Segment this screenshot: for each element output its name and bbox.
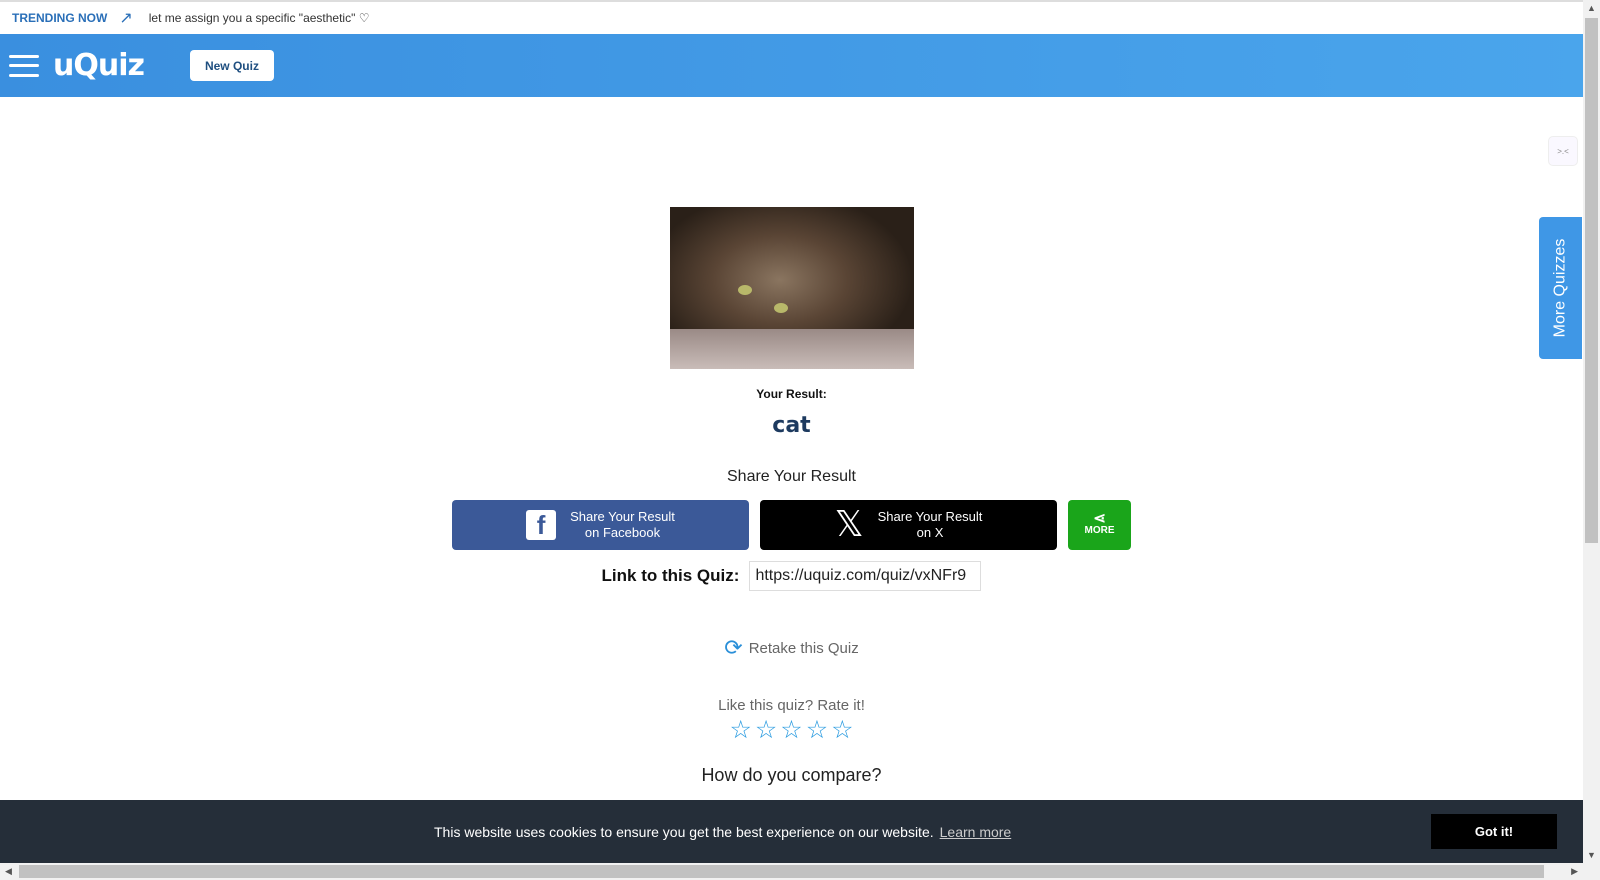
quiz-link-label: Link to this Quiz: bbox=[601, 566, 740, 585]
x-logo-icon: 𝕏 bbox=[834, 504, 864, 545]
facebook-label-1: Share Your Result bbox=[570, 509, 675, 524]
quiz-link-input[interactable] bbox=[749, 561, 982, 591]
more-label: MORE bbox=[1084, 525, 1115, 536]
quiz-link-row: Link to this Quiz: bbox=[602, 561, 982, 591]
share-title: Share Your Result bbox=[727, 468, 856, 485]
more-quizzes-label: More Quizzes bbox=[1551, 238, 1569, 338]
star-icon[interactable]: ☆ bbox=[755, 718, 777, 743]
star-icon[interactable]: ☆ bbox=[780, 718, 802, 743]
refresh-icon: ⟳ bbox=[724, 635, 743, 660]
star-icon[interactable]: ☆ bbox=[831, 718, 853, 743]
x-label-1: Share Your Result bbox=[877, 509, 983, 524]
trending-link[interactable]: let me assign you a specific "aesthetic"… bbox=[149, 11, 370, 25]
facebook-icon: f bbox=[526, 510, 557, 540]
star-icon[interactable]: ☆ bbox=[729, 718, 751, 743]
rating-prompt: Like this quiz? Rate it! bbox=[718, 697, 865, 714]
page: TRENDING NOW ↗ let me assign you a speci… bbox=[0, 0, 1583, 863]
star-icon[interactable]: ☆ bbox=[806, 718, 828, 743]
trending-bar: TRENDING NOW ↗ let me assign you a speci… bbox=[0, 0, 1583, 34]
share-icon: ⋖ bbox=[1093, 510, 1106, 527]
share-buttons: f Share Your Result on Facebook 𝕏 Share Y… bbox=[452, 500, 1131, 550]
share-more-button[interactable]: ⋖ MORE bbox=[1068, 500, 1131, 550]
trending-label: TRENDING NOW bbox=[12, 11, 108, 25]
learn-more-link[interactable]: Learn more bbox=[940, 824, 1012, 840]
horizontal-scrollbar[interactable]: ◀ ▶ bbox=[0, 863, 1600, 880]
star-rating: ☆ ☆ ☆ ☆ ☆ bbox=[729, 718, 853, 743]
header: uQuiz New Quiz bbox=[0, 34, 1583, 97]
cookie-message: This website uses cookies to ensure you … bbox=[434, 823, 934, 840]
share-x-button[interactable]: 𝕏 Share Your Result on X bbox=[760, 500, 1057, 550]
compare-heading: How do you compare? bbox=[701, 765, 882, 785]
menu-icon[interactable] bbox=[9, 54, 39, 77]
emoji-badge-icon[interactable]: >.< bbox=[1548, 136, 1578, 166]
new-quiz-button[interactable]: New Quiz bbox=[189, 50, 274, 81]
vertical-scrollbar[interactable]: ▲ ▼ bbox=[1583, 0, 1600, 863]
logo[interactable]: uQuiz bbox=[53, 48, 145, 83]
got-it-button[interactable]: Got it! bbox=[1431, 814, 1557, 849]
cookie-banner: This website uses cookies to ensure you … bbox=[0, 800, 1583, 863]
more-quizzes-tab[interactable]: More Quizzes bbox=[1539, 217, 1582, 359]
x-label-2: on X bbox=[916, 525, 944, 540]
share-facebook-button[interactable]: f Share Your Result on Facebook bbox=[452, 500, 749, 550]
result-value: cat bbox=[772, 413, 811, 438]
retake-label: Retake this Quiz bbox=[748, 639, 859, 657]
retake-quiz-link[interactable]: ⟳ Retake this Quiz bbox=[724, 635, 858, 661]
result-section: Your Result: cat Share Your Result f Sha… bbox=[0, 207, 1583, 786]
facebook-label-2: on Facebook bbox=[584, 525, 661, 540]
trending-up-icon: ↗ bbox=[119, 10, 133, 27]
result-label: Your Result: bbox=[756, 387, 827, 401]
result-image bbox=[669, 207, 914, 369]
